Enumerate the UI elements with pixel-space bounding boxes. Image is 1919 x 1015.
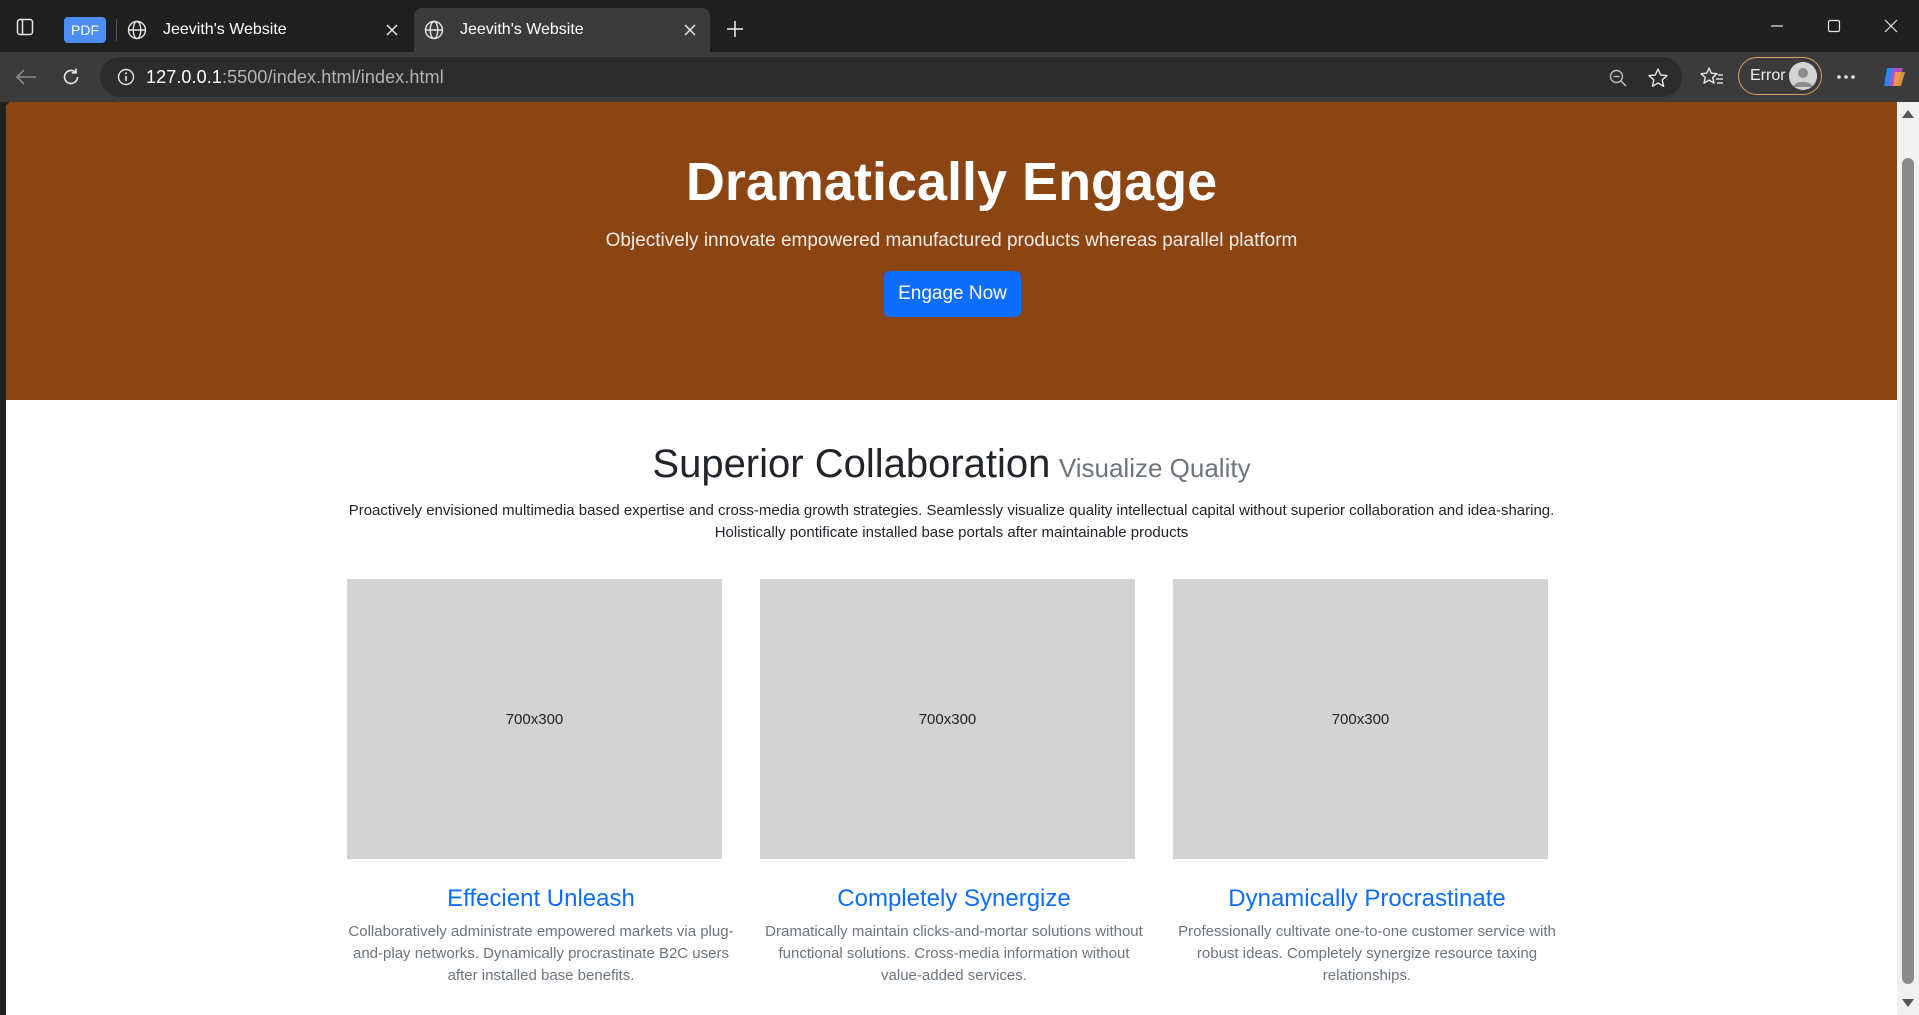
tab-separator <box>116 19 117 41</box>
close-tab-icon[interactable] <box>378 16 406 44</box>
section-subtitle: Visualize Quality <box>1058 453 1251 483</box>
image-size-label: 700x300 <box>1331 710 1390 728</box>
card-title: Effecient Unleash <box>447 885 635 912</box>
page-scrollbar[interactable] <box>1897 102 1919 1015</box>
close-window-icon[interactable] <box>1871 10 1911 42</box>
avatar-icon <box>1789 62 1817 90</box>
card-image-placeholder: 700x300 <box>1173 579 1548 859</box>
scroll-up-arrow-icon[interactable] <box>1902 110 1914 118</box>
section-title: Superior Collaboration <box>652 442 1051 486</box>
image-size-label: 700x300 <box>505 710 564 728</box>
tab-title: Jeevith's Website <box>163 21 287 38</box>
pdf-badge: PDF <box>64 17 106 43</box>
tab-jeevith-active[interactable]: Jeevith's Website <box>414 8 710 52</box>
browser-toolbar: 127.0.0.1:5500/index.html/index.html Err… <box>0 52 1919 102</box>
card-title: Dynamically Procrastinate <box>1228 885 1506 912</box>
card-text: Collaboratively administrate empowered m… <box>348 923 734 984</box>
maximize-icon[interactable] <box>1814 10 1854 42</box>
address-bar[interactable]: 127.0.0.1:5500/index.html/index.html <box>100 57 1682 97</box>
close-tab-icon[interactable] <box>676 16 704 44</box>
hero-title: Dramatically Engage <box>685 152 1218 212</box>
section-description: Proactively envisioned multimedia based … <box>348 502 1555 541</box>
url-host: 127.0.0.1 <box>146 66 222 87</box>
card-image-placeholder: 700x300 <box>760 579 1135 859</box>
card-text: Professionally cultivate one-to-one cust… <box>1178 923 1556 984</box>
hero-banner: Dramatically Engage Objectively innovate… <box>6 102 1897 400</box>
tab-actions-icon[interactable] <box>14 16 36 38</box>
new-tab-icon[interactable] <box>720 14 750 44</box>
engage-now-button[interactable]: Engage Now <box>884 271 1021 317</box>
minimize-icon[interactable] <box>1757 10 1797 42</box>
card-title: Completely Synergize <box>837 885 1071 912</box>
card-text: Dramatically maintain clicks-and-mortar … <box>765 923 1143 984</box>
globe-icon <box>424 19 446 41</box>
tab-title: Jeevith's Website <box>460 21 584 38</box>
page-viewport: Dramatically Engage Objectively innovate… <box>6 102 1897 1015</box>
url-text: 127.0.0.1:5500/index.html/index.html <box>146 67 444 88</box>
tab-jeevith-pdf[interactable]: PDF Jeevith's Website <box>62 8 412 52</box>
zoom-out-icon[interactable] <box>1604 64 1632 92</box>
favorites-icon[interactable] <box>1698 63 1726 91</box>
image-size-label: 700x300 <box>918 710 977 728</box>
more-options-icon[interactable] <box>1832 63 1860 91</box>
tab-strip: PDF Jeevith's Website Jeevith's Website <box>0 0 1919 52</box>
favorite-star-icon[interactable] <box>1644 64 1672 92</box>
card-image-placeholder: 700x300 <box>347 579 722 859</box>
site-info-icon[interactable] <box>106 57 146 97</box>
profile-status-label: Error <box>1750 67 1786 84</box>
scroll-down-arrow-icon[interactable] <box>1902 999 1914 1007</box>
profile-button[interactable]: Error <box>1738 57 1822 95</box>
back-icon[interactable] <box>10 61 42 93</box>
reload-icon[interactable] <box>55 61 87 93</box>
copilot-icon[interactable] <box>1880 63 1908 91</box>
globe-icon <box>127 19 149 41</box>
url-path: :5500/index.html/index.html <box>221 66 444 87</box>
section-heading: Superior Collaboration Visualize Quality <box>6 442 1897 487</box>
hero-subtitle: Objectively innovate empowered manufactu… <box>605 230 1298 251</box>
scroll-thumb[interactable] <box>1902 158 1914 984</box>
